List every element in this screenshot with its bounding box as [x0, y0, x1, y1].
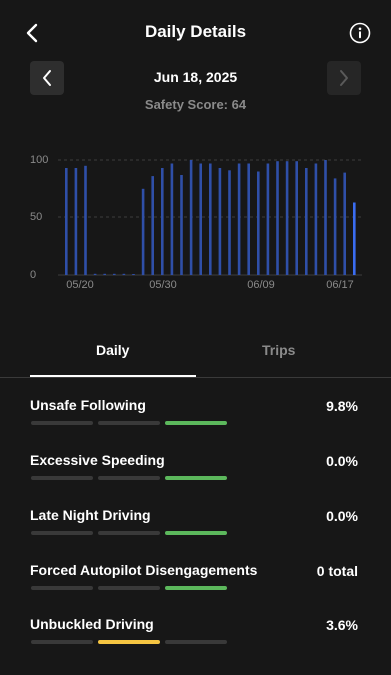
chart-bar[interactable] [285, 161, 289, 275]
level-segment [98, 640, 160, 644]
chart-bar[interactable] [141, 188, 145, 276]
chart-bar[interactable] [93, 273, 97, 275]
level-segment [31, 421, 93, 425]
info-circle-icon [349, 22, 371, 44]
chart-bar[interactable] [218, 168, 222, 275]
chart-bar[interactable] [74, 168, 78, 275]
level-segment [165, 586, 227, 590]
chart-bar[interactable] [132, 274, 135, 275]
chart-bar[interactable] [151, 176, 154, 275]
chart-bar[interactable] [266, 163, 270, 276]
header: Daily Details [0, 0, 391, 66]
metric-label: Forced Autopilot Disengagements [30, 562, 258, 578]
chart-bar[interactable] [305, 168, 308, 275]
chart-bar[interactable] [113, 273, 116, 275]
chevron-right-icon [340, 70, 348, 86]
chart-bar[interactable] [65, 168, 68, 275]
level-segment [165, 640, 227, 644]
chart-bar[interactable] [343, 172, 346, 275]
level-segment [165, 531, 227, 535]
y-tick-label: 100 [30, 154, 48, 166]
view-tabs: Daily Trips [0, 330, 391, 380]
daily-score-chart: 100 50 0 05/20 05/30 06/09 06/17 [30, 154, 362, 291]
metric-late-night-driving: Late Night Driving 0.0% [30, 507, 361, 547]
metric-value: 0.0% [326, 508, 358, 524]
chart-bar[interactable] [209, 163, 212, 276]
tab-daily[interactable]: Daily [96, 342, 129, 358]
chart-bar[interactable] [333, 178, 337, 275]
level-segment [98, 531, 160, 535]
tab-trips[interactable]: Trips [262, 342, 295, 358]
chart-bar[interactable] [228, 170, 231, 275]
level-segment [98, 586, 160, 590]
metric-unsafe-following: Unsafe Following 9.8% [30, 397, 361, 437]
chart-bar[interactable] [84, 165, 87, 276]
chart-bar[interactable] [199, 163, 202, 276]
x-tick-label: 05/20 [66, 279, 94, 291]
chart-bar[interactable] [161, 168, 164, 275]
chart-bar[interactable] [324, 160, 327, 275]
level-segment [165, 476, 227, 480]
metric-forced-autopilot-disengagements: Forced Autopilot Disengagements 0 total [30, 562, 361, 602]
info-button[interactable] [349, 22, 371, 44]
level-segment [98, 421, 160, 425]
chart-bar[interactable] [276, 161, 279, 275]
x-tick-label: 06/09 [247, 279, 275, 291]
metric-value: 0.0% [326, 453, 358, 469]
chart-bar[interactable] [257, 171, 260, 276]
chart-bar[interactable] [247, 163, 250, 276]
next-day-button[interactable] [327, 61, 361, 95]
chart-bar[interactable] [189, 160, 193, 275]
chart-bar[interactable] [237, 163, 241, 276]
level-segment [165, 421, 227, 425]
metric-label: Late Night Driving [30, 507, 151, 523]
level-segment [98, 476, 160, 480]
x-tick-label: 06/17 [326, 279, 354, 291]
metric-value: 9.8% [326, 398, 358, 414]
level-segment [31, 586, 93, 590]
level-segment [31, 476, 93, 480]
chart-bar[interactable] [170, 163, 174, 276]
divider [0, 377, 391, 378]
chart-bar[interactable] [314, 163, 318, 276]
chart-bar[interactable] [103, 273, 106, 275]
metric-label: Excessive Speeding [30, 452, 165, 468]
chart-bar[interactable] [353, 202, 356, 276]
y-tick-label: 0 [30, 269, 36, 281]
x-tick-label: 05/30 [149, 279, 177, 291]
metric-value: 0 total [316, 563, 358, 579]
chart-bar[interactable] [122, 273, 126, 275]
page-title: Daily Details [144, 22, 247, 41]
metric-value: 3.6% [326, 617, 358, 633]
bar-series [65, 160, 356, 276]
y-tick-label: 50 [30, 211, 42, 223]
chart-bar[interactable] [295, 161, 298, 275]
safety-score: Safety Score: 64 [144, 97, 247, 112]
metric-label: Unbuckled Driving [30, 616, 154, 632]
chart-bar[interactable] [180, 175, 183, 275]
level-segment [31, 531, 93, 535]
metric-label: Unsafe Following [30, 397, 146, 413]
metric-unbuckled-driving: Unbuckled Driving 3.6% [30, 616, 361, 656]
metric-excessive-speeding: Excessive Speeding 0.0% [30, 452, 361, 492]
level-segment [31, 640, 93, 644]
